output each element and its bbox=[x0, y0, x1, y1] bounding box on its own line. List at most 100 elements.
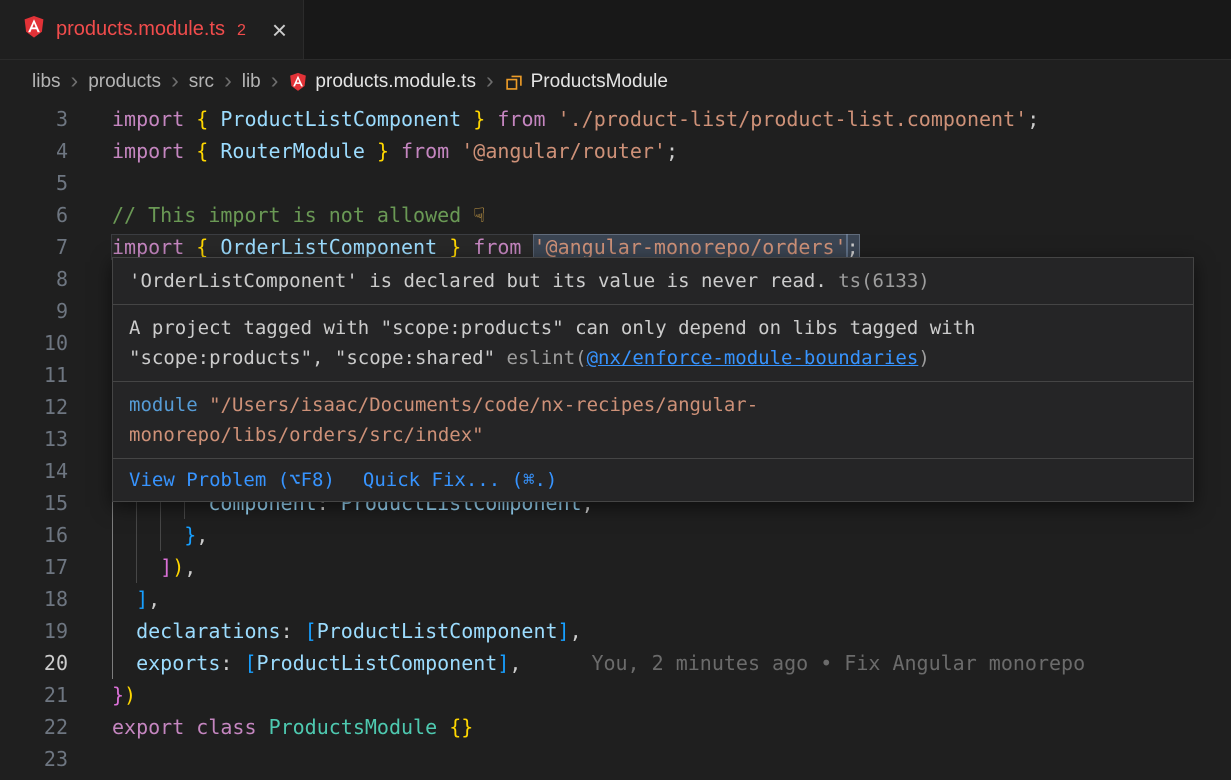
code-token: ProductListComponent bbox=[257, 651, 498, 675]
code-token: ] bbox=[160, 555, 172, 579]
hover-message-ts: 'OrderListComponent' is declared but its… bbox=[113, 258, 1193, 305]
code-text: // This import is not allowed ☟ bbox=[112, 203, 485, 227]
line-number[interactable]: 4 bbox=[0, 135, 68, 167]
eslint-source-prefix: eslint( bbox=[507, 347, 587, 369]
line-number[interactable]: 21 bbox=[0, 679, 68, 711]
code-token: , bbox=[148, 587, 160, 611]
code-line[interactable]: 6 // This import is not allowed ☟ bbox=[0, 199, 1231, 231]
code-text: import { RouterModule } from '@angular/r… bbox=[112, 139, 678, 163]
code-token bbox=[389, 139, 401, 163]
breadcrumb-file[interactable]: products.module.ts bbox=[315, 71, 476, 93]
code-token: , bbox=[184, 555, 196, 579]
code-text: ]), bbox=[112, 555, 196, 579]
line-number[interactable]: 3 bbox=[0, 103, 68, 135]
code-line[interactable]: 18 ], bbox=[0, 583, 1231, 615]
angular-icon bbox=[22, 15, 46, 44]
indent-guide bbox=[112, 647, 136, 679]
hover-module-path: module "/Users/isaac/Documents/code/nx-r… bbox=[113, 382, 1193, 459]
indent-guide bbox=[136, 551, 160, 583]
code-token: '@angular/router' bbox=[461, 139, 666, 163]
line-number[interactable]: 14 bbox=[0, 455, 68, 487]
close-icon[interactable]: × bbox=[272, 17, 287, 43]
view-problem-button[interactable]: View Problem (⌥F8) bbox=[129, 465, 335, 495]
code-line[interactable]: 19 declarations: [ProductListComponent], bbox=[0, 615, 1231, 647]
breadcrumb-products[interactable]: products bbox=[88, 71, 161, 93]
code-line[interactable]: 23 bbox=[0, 743, 1231, 775]
breadcrumb: libs › products › src › lib › products.m… bbox=[0, 60, 1231, 103]
code-token: , bbox=[196, 523, 208, 547]
code-token: ] bbox=[497, 651, 509, 675]
line-number[interactable]: 5 bbox=[0, 167, 68, 199]
code-token: } bbox=[184, 523, 196, 547]
line-number[interactable]: 19 bbox=[0, 615, 68, 647]
code-line[interactable]: 17 ]), bbox=[0, 551, 1231, 583]
code-token: exports bbox=[136, 651, 220, 675]
line-number[interactable]: 7 bbox=[0, 231, 68, 263]
line-number[interactable]: 17 bbox=[0, 551, 68, 583]
code-token: from bbox=[497, 107, 545, 131]
code-token bbox=[365, 139, 377, 163]
code-token bbox=[485, 107, 497, 131]
code-line[interactable]: 5 bbox=[0, 167, 1231, 199]
code-token: } bbox=[377, 139, 389, 163]
code-token bbox=[437, 715, 449, 739]
chevron-right-icon: › bbox=[486, 67, 494, 94]
quick-fix-button[interactable]: Quick Fix... (⌘.) bbox=[363, 465, 557, 495]
eslint-error-line1: A project tagged with "scope:products" c… bbox=[129, 313, 1177, 343]
line-number[interactable]: 9 bbox=[0, 295, 68, 327]
breadcrumb-symbol[interactable]: ProductsModule bbox=[531, 71, 668, 93]
line-number[interactable]: 15 bbox=[0, 487, 68, 519]
code-token: : bbox=[220, 651, 244, 675]
code-token bbox=[257, 715, 269, 739]
code-token: '@angular-monorepo/orders' bbox=[534, 235, 847, 259]
code-line[interactable]: 20 exports: [ProductListComponent],You, … bbox=[0, 647, 1231, 679]
eslint-error-line2: "scope:products", "scope:shared" eslint(… bbox=[129, 343, 1177, 373]
code-token: ) bbox=[172, 555, 184, 579]
code-token: ☟ bbox=[473, 203, 485, 227]
eslint-rule-link[interactable]: @nx/enforce-module-boundaries bbox=[587, 347, 919, 369]
code-token bbox=[184, 715, 196, 739]
module-path-text2: monorepo/libs/orders/src/index" bbox=[129, 424, 484, 446]
angular-icon bbox=[288, 72, 308, 92]
breadcrumb-lib[interactable]: lib bbox=[242, 71, 261, 93]
indent-guide bbox=[112, 583, 136, 615]
code-text: export class ProductsModule {} bbox=[112, 715, 473, 739]
module-keyword: module bbox=[129, 394, 198, 416]
line-number[interactable]: 20 bbox=[0, 647, 68, 679]
line-number[interactable]: 10 bbox=[0, 327, 68, 359]
tab-products-module[interactable]: products.module.ts 2 × bbox=[0, 0, 304, 59]
code-line[interactable]: 16 }, bbox=[0, 519, 1231, 551]
module-path-text1: "/Users/isaac/Documents/code/nx-recipes/… bbox=[209, 394, 758, 416]
line-number[interactable]: 13 bbox=[0, 423, 68, 455]
code-token: './product-list/product-list.component' bbox=[558, 107, 1028, 131]
line-number[interactable]: 12 bbox=[0, 391, 68, 423]
code-line[interactable]: 4 import { RouterModule } from '@angular/… bbox=[0, 135, 1231, 167]
indent-guide bbox=[112, 615, 136, 647]
breadcrumb-src[interactable]: src bbox=[189, 71, 214, 93]
code-token: OrderListComponent bbox=[220, 235, 437, 259]
code-token: ) bbox=[124, 683, 136, 707]
line-number[interactable]: 16 bbox=[0, 519, 68, 551]
code-token bbox=[521, 235, 533, 259]
line-number[interactable]: 6 bbox=[0, 199, 68, 231]
code-token: } bbox=[449, 235, 461, 259]
line-number[interactable]: 22 bbox=[0, 711, 68, 743]
breadcrumb-libs[interactable]: libs bbox=[32, 71, 61, 93]
code-token bbox=[449, 139, 461, 163]
line-number[interactable]: 18 bbox=[0, 583, 68, 615]
line-number[interactable]: 23 bbox=[0, 743, 68, 775]
code-token: } bbox=[473, 107, 485, 131]
code-text: declarations: [ProductListComponent], bbox=[112, 619, 582, 643]
line-number[interactable]: 8 bbox=[0, 263, 68, 295]
tab-bar-filler bbox=[304, 0, 1231, 59]
line-number[interactable]: 11 bbox=[0, 359, 68, 391]
code-token: ] bbox=[558, 619, 570, 643]
code-line[interactable]: 21}) bbox=[0, 679, 1231, 711]
code-line[interactable]: 22 export class ProductsModule {} bbox=[0, 711, 1231, 743]
chevron-right-icon: › bbox=[71, 67, 79, 94]
code-token: ] bbox=[136, 587, 148, 611]
code-line[interactable]: 3import { ProductListComponent } from '.… bbox=[0, 103, 1231, 135]
chevron-right-icon: › bbox=[224, 67, 232, 94]
code-token: { bbox=[196, 107, 220, 131]
chevron-right-icon: › bbox=[171, 67, 179, 94]
